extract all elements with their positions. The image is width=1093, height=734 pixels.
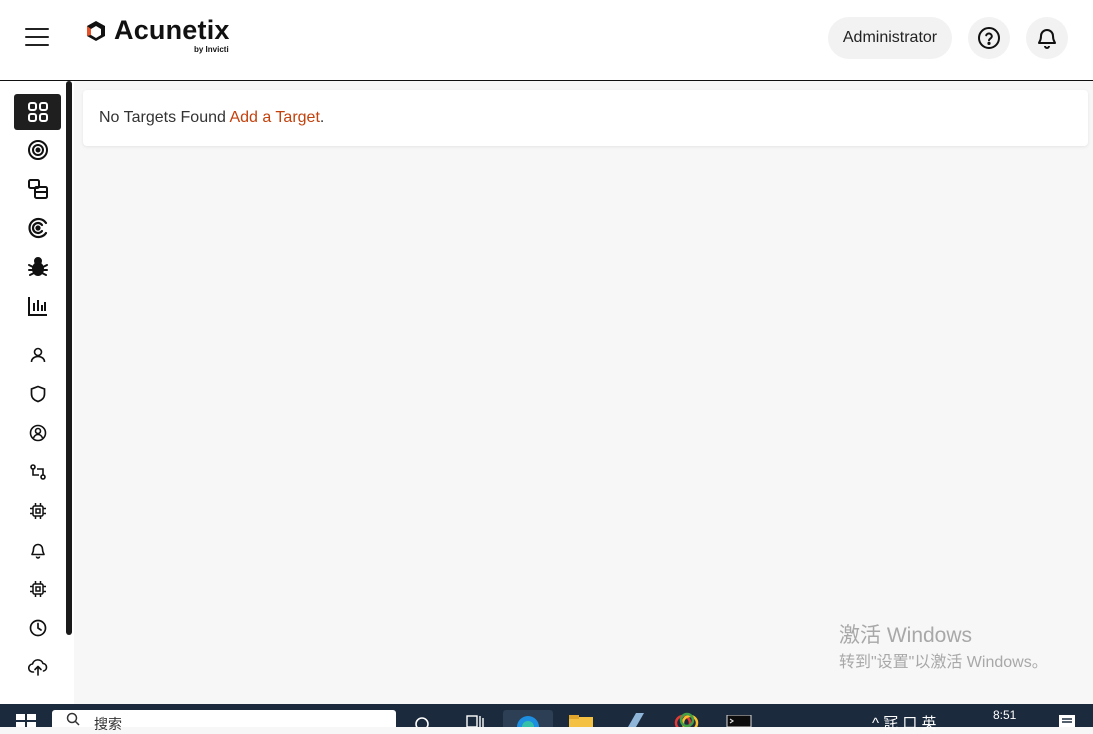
nav-notifications[interactable] [14, 532, 61, 568]
nav-vulnerabilities[interactable] [14, 249, 61, 285]
task-view-icon[interactable] [466, 714, 484, 727]
issue-trackers-icon [29, 464, 46, 480]
user-menu-button[interactable]: Administrator [828, 17, 952, 59]
edge-browser-icon [517, 716, 539, 727]
taskbar-search-placeholder: 搜索 [94, 716, 122, 732]
windows-start-icon[interactable] [16, 714, 36, 727]
chip-icon [29, 581, 46, 597]
empty-state-message: No Targets Found Add a Target. [99, 109, 324, 127]
cloud-upload-icon [27, 659, 47, 676]
terminal-app-icon[interactable] [726, 715, 752, 727]
windows-taskbar: 搜索 ^ 㓃 口 英 8:51 [0, 704, 1093, 732]
reports-icon [27, 297, 47, 316]
menu-toggle-button[interactable] [25, 28, 49, 48]
vulnerabilities-icon [27, 257, 48, 276]
taskbar-edge-app[interactable] [503, 710, 553, 727]
network-scanner-icon [29, 424, 46, 442]
nav-integrations[interactable] [14, 493, 61, 529]
multicolor-app-icon[interactable] [674, 712, 700, 727]
task-view-search-icon[interactable] [414, 716, 430, 727]
nav-engines[interactable] [14, 571, 61, 607]
activation-watermark-subtitle: 转到"设置"以激活 Windows。 [839, 654, 1048, 671]
nav-issue-trackers[interactable] [14, 454, 61, 490]
brand-name: Acunetix [114, 15, 230, 45]
chip-icon [29, 503, 46, 519]
file-explorer-icon[interactable] [568, 715, 594, 727]
action-center-icon[interactable] [1058, 715, 1076, 727]
targets-empty-card: No Targets Found Add a Target. [83, 90, 1088, 146]
nav-target-groups[interactable] [14, 171, 61, 207]
help-icon [978, 27, 1000, 49]
nav-updates[interactable] [14, 649, 61, 685]
nav-scan-profiles[interactable] [14, 376, 61, 412]
user-label: Administrator [842, 29, 938, 46]
help-button[interactable] [968, 17, 1010, 59]
sidebar [0, 81, 74, 704]
system-tray[interactable]: ^ 㓃 口 英 [872, 712, 937, 733]
notepad-app-icon[interactable] [622, 713, 646, 727]
nav-network-scanner[interactable] [14, 415, 61, 451]
targets-icon [27, 140, 48, 160]
search-icon [66, 712, 80, 726]
nav-scans[interactable] [14, 210, 61, 246]
target-groups-icon [27, 179, 48, 199]
activation-watermark-title: 激活 Windows [839, 624, 973, 647]
acunetix-logo-mark-icon [87, 21, 105, 41]
brand-subtitle: by Invicti [194, 45, 229, 54]
nav-reports[interactable] [14, 288, 61, 324]
taskbar-search-box[interactable]: 搜索 [52, 710, 396, 732]
app-header: Acunetix by Invicti Administrator [0, 0, 1093, 81]
clock-icon [29, 619, 46, 637]
shield-icon [30, 385, 45, 403]
empty-state-suffix: . [319, 109, 325, 126]
dashboard-icon [27, 102, 48, 122]
nav-dashboard[interactable] [14, 94, 61, 130]
nav-history[interactable] [14, 610, 61, 646]
nav-targets[interactable] [14, 132, 61, 168]
add-target-link[interactable]: Add a Target [229, 109, 319, 126]
nav-users[interactable] [14, 337, 61, 373]
sidebar-scrollbar[interactable] [66, 81, 72, 635]
empty-state-text: No Targets Found [99, 109, 230, 126]
users-icon [30, 347, 45, 363]
scans-icon [27, 217, 47, 239]
taskbar-clock[interactable]: 8:51 [993, 708, 1016, 722]
notifications-button[interactable] [1026, 17, 1068, 59]
bell-icon [30, 543, 45, 559]
bell-icon [1038, 29, 1056, 49]
